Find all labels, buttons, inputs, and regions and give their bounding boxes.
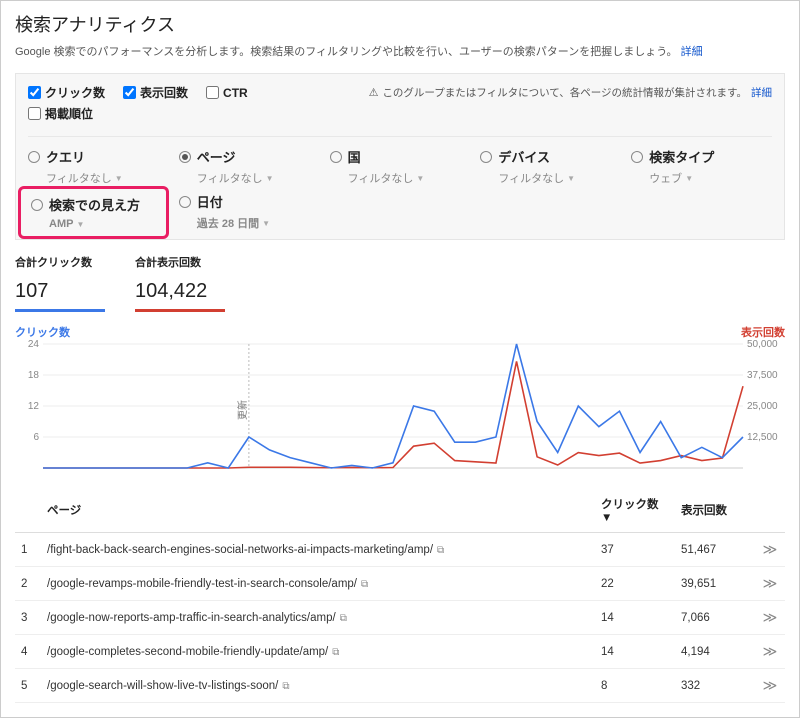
chevron-down-icon: ▼ — [76, 220, 84, 229]
metric-position[interactable]: 掲載順位 — [28, 105, 93, 122]
chart-right-label: 表示回数 — [741, 324, 785, 340]
metric-impressions[interactable]: 表示回数 — [123, 84, 188, 101]
metric-pos-checkbox[interactable] — [28, 107, 41, 120]
metric-ctr-checkbox[interactable] — [206, 86, 219, 99]
chevron-down-icon: ▼ — [685, 174, 693, 183]
svg-text:50,000: 50,000 — [747, 340, 778, 350]
metric-impr-checkbox[interactable] — [123, 86, 136, 99]
radio-icon — [179, 151, 191, 163]
aggregation-notice: ⚠ このグループまたはフィルタについて、各ページの統計情報が集計されます。 詳細 — [369, 85, 772, 100]
external-link-icon[interactable]: ⧉ — [437, 545, 444, 556]
svg-text:25,000: 25,000 — [747, 401, 778, 412]
chevron-right-icon[interactable]: ≫ — [763, 609, 778, 625]
row-impr: 4,194 — [675, 635, 755, 669]
table-row[interactable]: 5 /google-search-will-show-live-tv-listi… — [15, 669, 785, 703]
radio-icon — [480, 151, 492, 163]
dim-searchtype[interactable]: 検索タイプ ウェブ▼ — [631, 147, 772, 186]
table-row[interactable]: 2 /google-revamps-mobile-friendly-test-i… — [15, 567, 785, 601]
row-clicks: 14 — [595, 635, 675, 669]
header-more-link[interactable]: 詳細 — [681, 46, 703, 58]
table-row[interactable]: 4 /google-completes-second-mobile-friend… — [15, 635, 785, 669]
row-index: 5 — [15, 669, 41, 703]
row-clicks: 22 — [595, 567, 675, 601]
results-table: ページ クリック数▼ 表示回数 1 /fight-back-back-searc… — [15, 488, 785, 703]
dim-search-appearance[interactable]: 検索での見え方 AMP▼ — [31, 195, 156, 230]
dim-page[interactable]: ページ フィルタなし▼ — [179, 147, 320, 186]
svg-text:更新: 更新 — [236, 400, 249, 420]
dim-device[interactable]: デバイス フィルタなし▼ — [480, 147, 621, 186]
row-page: /google-revamps-mobile-friendly-test-in-… — [41, 567, 595, 601]
radio-icon — [631, 151, 643, 163]
svg-text:12: 12 — [28, 401, 40, 412]
summary-impressions: 合計表示回数 104,422 — [135, 254, 225, 312]
row-impr: 332 — [675, 669, 755, 703]
svg-text:37,500: 37,500 — [747, 370, 778, 381]
row-clicks: 37 — [595, 533, 675, 567]
row-impr: 7,066 — [675, 601, 755, 635]
svg-text:18: 18 — [28, 370, 40, 381]
chevron-right-icon[interactable]: ≫ — [763, 575, 778, 591]
external-link-icon[interactable]: ⧉ — [340, 613, 347, 624]
chevron-down-icon: ▼ — [266, 174, 274, 183]
table-row[interactable]: 3 /google-now-reports-amp-traffic-in-sea… — [15, 601, 785, 635]
warning-icon: ⚠ — [369, 86, 379, 99]
col-page[interactable]: ページ — [41, 488, 595, 533]
svg-text:12,500: 12,500 — [747, 432, 778, 443]
row-clicks: 14 — [595, 601, 675, 635]
row-index: 4 — [15, 635, 41, 669]
chevron-right-icon[interactable]: ≫ — [763, 677, 778, 693]
row-page: /fight-back-back-search-engines-social-n… — [41, 533, 595, 567]
chevron-down-icon: ▼ — [567, 174, 575, 183]
row-page: /google-completes-second-mobile-friendly… — [41, 635, 595, 669]
row-index: 2 — [15, 567, 41, 601]
radio-icon — [179, 196, 191, 208]
summary-clicks: 合計クリック数 107 — [15, 254, 105, 312]
radio-icon — [28, 151, 40, 163]
metric-clicks[interactable]: クリック数 — [28, 84, 105, 101]
row-impr: 39,651 — [675, 567, 755, 601]
row-clicks: 8 — [595, 669, 675, 703]
filter-panel: クリック数 表示回数 CTR ⚠ このグループまたはフィルタについて、各ページの… — [15, 73, 785, 240]
external-link-icon[interactable]: ⧉ — [332, 647, 339, 658]
metric-clicks-checkbox[interactable] — [28, 86, 41, 99]
col-impr[interactable]: 表示回数 — [675, 488, 755, 533]
chevron-down-icon: ▼ — [416, 174, 424, 183]
row-page: /google-now-reports-amp-traffic-in-searc… — [41, 601, 595, 635]
highlight-box: 検索での見え方 AMP▼ — [18, 186, 169, 239]
notice-more-link[interactable]: 詳細 — [751, 85, 772, 100]
row-page: /google-search-will-show-live-tv-listing… — [41, 669, 595, 703]
radio-icon — [31, 199, 43, 211]
row-impr: 51,467 — [675, 533, 755, 567]
col-clicks[interactable]: クリック数▼ — [595, 488, 675, 533]
svg-text:24: 24 — [28, 340, 40, 350]
chart-canvas: 6 12,500 12 25,000 18 37,500 24 50,000 更新 — [15, 340, 787, 480]
svg-text:6: 6 — [33, 432, 39, 443]
external-link-icon[interactable]: ⧉ — [361, 579, 368, 590]
chevron-down-icon: ▼ — [115, 174, 123, 183]
row-index: 1 — [15, 533, 41, 567]
page-title: 検索アナリティクス — [15, 11, 785, 37]
external-link-icon[interactable]: ⧉ — [282, 681, 289, 692]
chevron-down-icon: ▼ — [262, 219, 270, 228]
chevron-right-icon[interactable]: ≫ — [763, 541, 778, 557]
chart-left-label: クリック数 — [15, 324, 70, 340]
radio-icon — [330, 151, 342, 163]
page-desc: Google 検索でのパフォーマンスを分析します。検索結果のフィルタリングや比較… — [15, 43, 785, 59]
metric-ctr[interactable]: CTR — [206, 86, 248, 100]
dim-country[interactable]: 国 フィルタなし▼ — [330, 147, 471, 186]
chevron-right-icon[interactable]: ≫ — [763, 643, 778, 659]
dim-date[interactable]: 日付 過去 28 日間▼ — [179, 192, 320, 233]
row-index: 3 — [15, 601, 41, 635]
dim-query[interactable]: クエリ フィルタなし▼ — [28, 147, 169, 186]
table-row[interactable]: 1 /fight-back-back-search-engines-social… — [15, 533, 785, 567]
